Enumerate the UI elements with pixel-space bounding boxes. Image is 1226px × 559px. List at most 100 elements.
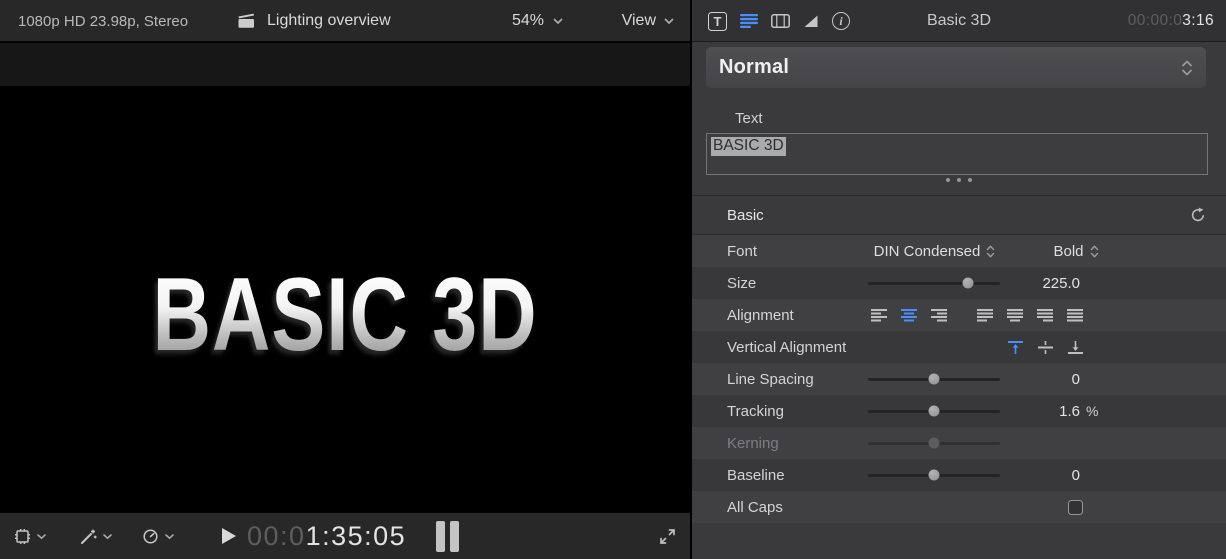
transform-icon <box>14 528 31 545</box>
valign-bottom-button[interactable] <box>1068 341 1083 354</box>
alignment-row: Alignment <box>692 299 1226 331</box>
text-section-label: Text <box>735 110 763 127</box>
valign-top-button[interactable] <box>1008 341 1023 354</box>
justify-left-button[interactable] <box>977 309 993 322</box>
font-family-value: DIN Condensed <box>874 243 981 260</box>
font-label: Font <box>727 235 757 267</box>
line-spacing-row: Line Spacing 0 <box>692 363 1226 395</box>
kerning-label: Kerning <box>727 427 779 459</box>
align-right-button[interactable] <box>931 309 947 322</box>
tracking-slider[interactable] <box>868 410 1000 413</box>
tab-ramp-icon[interactable] <box>803 14 819 28</box>
line-spacing-slider[interactable] <box>868 378 1000 381</box>
slider-thumb[interactable] <box>963 278 974 289</box>
justify-buttons <box>977 299 1083 331</box>
effects-menu[interactable] <box>80 513 112 559</box>
style-preset-value: Normal <box>719 56 789 79</box>
slider-thumb[interactable] <box>929 374 940 385</box>
view-popup[interactable]: View <box>622 0 674 42</box>
all-caps-row: All Caps <box>692 491 1226 523</box>
size-slider[interactable] <box>868 282 1000 285</box>
format-label: 1080p HD 23.98p, Stereo <box>18 0 188 42</box>
vertical-alignment-buttons <box>1008 331 1083 363</box>
timecode-bright: 3:16 <box>1182 12 1214 30</box>
chevron-down-icon <box>664 18 674 25</box>
text-input[interactable]: BASIC 3D <box>706 133 1208 175</box>
chevron-down-icon <box>37 534 46 540</box>
basic-section-label: Basic <box>727 196 764 234</box>
expand-icon <box>658 527 677 546</box>
reset-button[interactable] <box>1190 207 1206 228</box>
justify-center-button[interactable] <box>1007 309 1023 322</box>
canvas-title-text: BASIC 3D <box>76 263 614 367</box>
transform-menu[interactable] <box>14 513 46 559</box>
size-label: Size <box>727 267 756 299</box>
viewer-pane: 1080p HD 23.98p, Stereo Lighting overvie… <box>0 0 690 559</box>
retime-icon <box>142 528 159 545</box>
font-weight-popup[interactable]: Bold <box>1034 235 1118 267</box>
inspector-pane: T i B <box>690 0 1226 559</box>
timecode-bright: 1:35:05 <box>306 521 407 552</box>
basic-section-header[interactable]: Basic <box>692 196 1226 234</box>
tab-text-icon[interactable] <box>740 14 758 28</box>
text-field-resize-handle[interactable] <box>692 178 1226 182</box>
font-weight-value: Bold <box>1053 243 1083 260</box>
t-glyph: T <box>714 14 722 29</box>
align-left-button[interactable] <box>871 309 887 322</box>
viewer-canvas: BASIC 3D <box>0 43 690 512</box>
expand-viewer-button[interactable] <box>658 527 677 551</box>
effects-wand-icon <box>80 528 97 545</box>
tracking-label: Tracking <box>727 395 784 427</box>
justify-full-button[interactable] <box>1067 309 1083 322</box>
baseline-value[interactable]: 0 <box>1016 459 1080 491</box>
tracking-value[interactable]: 1.6 <box>1016 395 1080 427</box>
kerning-slider <box>868 442 1000 445</box>
all-caps-checkbox[interactable] <box>1068 500 1083 515</box>
timecode-dim: 00:0 <box>247 521 306 552</box>
audio-meters[interactable] <box>436 521 459 552</box>
view-label: View <box>622 12 656 30</box>
canvas-letterbox <box>0 43 690 86</box>
tab-video-icon[interactable] <box>771 14 790 28</box>
tab-info-icon[interactable]: i <box>832 12 850 30</box>
vertical-alignment-row: Vertical Alignment <box>692 331 1226 363</box>
chevron-updown-icon <box>986 244 995 259</box>
zoom-value: 54% <box>512 12 544 30</box>
chevron-down-icon <box>553 18 563 25</box>
audio-meter-left <box>436 521 445 552</box>
slider-thumb[interactable] <box>929 470 940 481</box>
style-preset-popup[interactable]: Normal <box>706 47 1206 88</box>
reset-arrow-icon <box>1190 207 1206 223</box>
tracking-unit: % <box>1086 395 1098 427</box>
vertical-alignment-label: Vertical Alignment <box>727 331 846 363</box>
viewer-toolbar: 1080p HD 23.98p, Stereo Lighting overvie… <box>0 0 690 42</box>
tab-title-icon[interactable]: T <box>708 12 727 31</box>
tracking-row: Tracking 1.6 % <box>692 395 1226 427</box>
line-spacing-value[interactable]: 0 <box>1016 363 1080 395</box>
zoom-popup[interactable]: 54% <box>512 0 563 42</box>
justify-right-button[interactable] <box>1037 309 1053 322</box>
inspector-timecode: 00:00:03:16 <box>1128 0 1214 42</box>
slider-thumb[interactable] <box>929 406 940 417</box>
audio-meter-right <box>450 521 459 552</box>
i-glyph: i <box>839 14 842 29</box>
retime-menu[interactable] <box>142 513 174 559</box>
kerning-row: Kerning <box>692 427 1226 459</box>
font-row: Font DIN Condensed Bold <box>692 235 1226 267</box>
align-center-button[interactable] <box>901 309 917 322</box>
fcp-window: 1080p HD 23.98p, Stereo Lighting overvie… <box>0 0 1226 559</box>
size-row: Size 225.0 <box>692 267 1226 299</box>
valign-middle-button[interactable] <box>1038 341 1053 354</box>
font-family-popup[interactable]: DIN Condensed <box>862 235 1007 267</box>
viewer-timecode[interactable]: 00:01:35:05 <box>247 513 406 559</box>
timecode-dim: 00:00:0 <box>1128 12 1183 30</box>
chevron-down-icon <box>165 534 174 540</box>
basic-section-rows: Font DIN Condensed Bold Size <box>692 234 1226 523</box>
play-button[interactable] <box>222 528 236 544</box>
baseline-slider[interactable] <box>868 474 1000 477</box>
size-value[interactable]: 225.0 <box>1016 267 1080 299</box>
clapper-icon <box>237 13 256 29</box>
alignment-label: Alignment <box>727 299 794 331</box>
inspector-tabs: T i <box>708 0 850 42</box>
text-input-value: BASIC 3D <box>711 137 786 156</box>
